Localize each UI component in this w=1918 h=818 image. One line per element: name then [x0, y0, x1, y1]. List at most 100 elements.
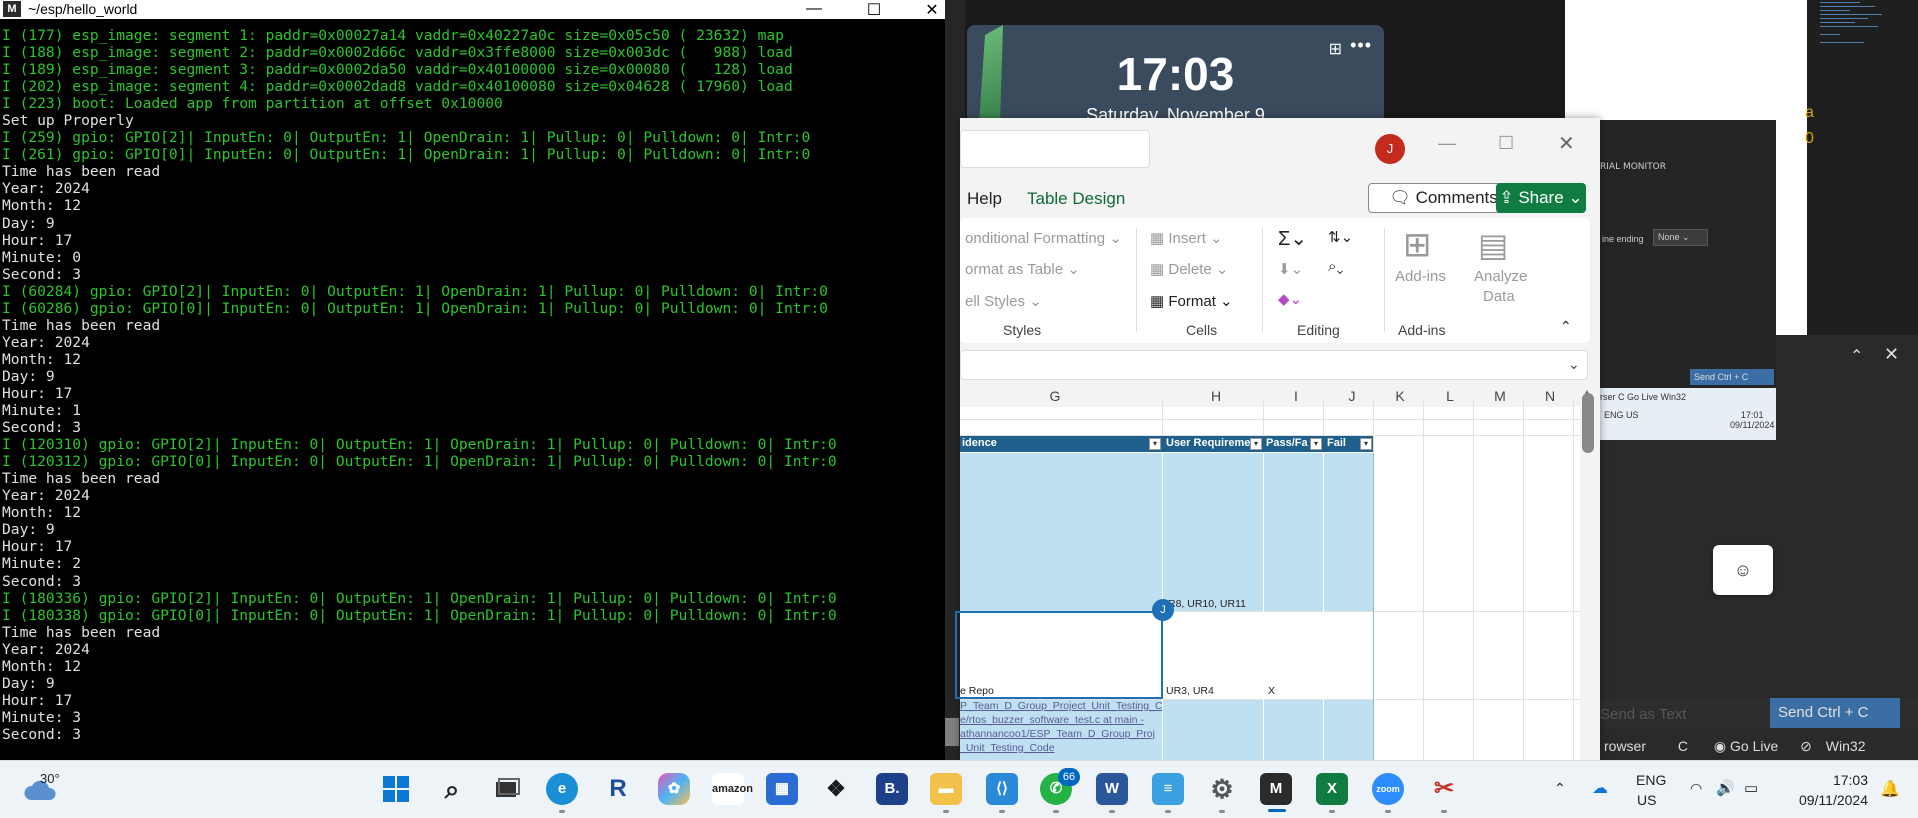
- notepad-icon[interactable]: ≡: [1152, 773, 1184, 805]
- zoom-icon[interactable]: zoom: [1372, 773, 1404, 805]
- add-widget-icon[interactable]: ⊞: [1329, 39, 1342, 59]
- snipping-icon[interactable]: ✂: [1428, 773, 1460, 805]
- format-as-table-button[interactable]: ormat as Table ⌄: [965, 260, 1080, 278]
- cell-link-line[interactable]: athannancoo1/ESP_Team_D_Group_Proj: [960, 728, 1155, 741]
- settings-icon[interactable]: ⚙: [1206, 773, 1238, 805]
- send-ctrl-c-button[interactable]: Send Ctrl + C: [1770, 698, 1900, 728]
- analyze-data-label-2[interactable]: Data: [1483, 288, 1515, 305]
- share-button[interactable]: ⇪ Share ⌄: [1496, 183, 1586, 213]
- clear-icon[interactable]: ◆⌄: [1278, 290, 1302, 308]
- column-header-g[interactable]: G: [1048, 388, 1062, 404]
- vscode-icon[interactable]: ⟨⟩: [986, 773, 1018, 805]
- formula-bar[interactable]: [960, 350, 1588, 380]
- amazon-icon[interactable]: amazon: [712, 773, 753, 805]
- language-line-2[interactable]: US: [1637, 792, 1656, 808]
- table-row[interactable]: [960, 453, 1373, 611]
- serial-monitor-title: RIAL MONITOR: [1600, 162, 1667, 172]
- cell-selection[interactable]: [955, 611, 1163, 699]
- mini-send-button[interactable]: Send Ctrl + C: [1690, 369, 1774, 385]
- add-ins-icon[interactable]: ⊞: [1403, 228, 1432, 262]
- more-icon[interactable]: •••: [1350, 35, 1372, 56]
- column-header-i[interactable]: I: [1289, 388, 1303, 404]
- insert-button[interactable]: ▦ Insert ⌄: [1150, 229, 1223, 247]
- cell-link-line[interactable]: _Unit_Testing_Code: [960, 742, 1055, 755]
- volume-icon[interactable]: 🔊: [1716, 779, 1735, 797]
- edge-icon[interactable]: e: [546, 773, 578, 805]
- status-go-live[interactable]: Go Live: [1730, 738, 1778, 754]
- column-header-k[interactable]: K: [1393, 388, 1407, 404]
- start-icon[interactable]: [380, 773, 412, 805]
- filter-dropdown-icon[interactable]: ▾: [1149, 438, 1161, 450]
- column-header-n[interactable]: N: [1543, 388, 1557, 404]
- column-header-l[interactable]: L: [1443, 388, 1457, 404]
- close-icon[interactable]: ✕: [1884, 344, 1899, 365]
- find-icon[interactable]: ⌕⌄: [1328, 258, 1343, 275]
- excel-icon[interactable]: X: [1316, 773, 1348, 805]
- floating-widget-button[interactable]: ☺: [1713, 545, 1773, 595]
- copilot-icon[interactable]: ✿: [658, 773, 690, 805]
- collapse-ribbon-icon[interactable]: ⌃: [1560, 318, 1572, 335]
- send-as-text-input[interactable]: Send as Text: [1600, 706, 1686, 723]
- terminal-output[interactable]: I (177) esp_image: segment 1: paddr=0x00…: [2, 27, 942, 743]
- conditional-formatting-button[interactable]: onditional Formatting ⌄: [965, 229, 1122, 247]
- add-ins-button[interactable]: Add-ins: [1395, 268, 1446, 285]
- line-ending-select[interactable]: None ⌄: [1653, 229, 1708, 246]
- excel-scrollbar[interactable]: [1582, 393, 1594, 453]
- search-box[interactable]: [960, 130, 1150, 168]
- delete-button[interactable]: ▦ Delete ⌄: [1150, 260, 1228, 278]
- clock-widget[interactable]: 17:03 Saturday, November 9 ⊞ •••: [967, 25, 1384, 125]
- fill-icon[interactable]: ⬇⌄: [1278, 260, 1303, 278]
- analyze-data-label-1[interactable]: Analyze: [1474, 268, 1527, 285]
- b-app-icon[interactable]: B.: [876, 773, 908, 805]
- wifi-icon[interactable]: ◠: [1690, 780, 1702, 797]
- minimize-icon[interactable]: —: [796, 0, 832, 18]
- dropbox-icon[interactable]: ❖: [820, 773, 852, 805]
- chevron-up-icon[interactable]: ⌃: [1850, 346, 1863, 366]
- cell-h-requirements[interactable]: R8, UR10, UR11: [1168, 598, 1246, 610]
- file-explorer-icon[interactable]: ▬: [930, 773, 962, 805]
- close-icon[interactable]: ✕: [1558, 131, 1575, 156]
- user-avatar[interactable]: J: [1375, 134, 1405, 164]
- weather-temperature[interactable]: 30°: [40, 771, 60, 786]
- filter-dropdown-icon[interactable]: ▾: [1310, 438, 1322, 450]
- language-line-1[interactable]: ENG: [1636, 772, 1666, 788]
- minimize-icon[interactable]: —: [1438, 133, 1456, 154]
- terminal-scrollbar[interactable]: [945, 718, 959, 746]
- autosum-icon[interactable]: Σ⌄: [1278, 226, 1307, 251]
- column-header-h[interactable]: H: [1209, 388, 1223, 404]
- maximize-icon[interactable]: ☐: [856, 0, 892, 20]
- maximize-icon[interactable]: ☐: [1498, 133, 1514, 154]
- analyze-data-icon[interactable]: ▤: [1478, 228, 1508, 262]
- expand-formula-icon[interactable]: ⌄: [1568, 356, 1580, 373]
- tab-table-design[interactable]: Table Design: [1027, 189, 1125, 209]
- tab-help[interactable]: Help: [967, 189, 1002, 209]
- taskbar-time[interactable]: 17:03: [1808, 772, 1868, 788]
- format-button[interactable]: ▦ Format ⌄: [1150, 292, 1233, 310]
- column-header-m[interactable]: M: [1493, 388, 1507, 404]
- notification-bell-icon[interactable]: 🔔: [1880, 779, 1900, 799]
- cell-link-line[interactable]: e/rtos_buzzer_software_test.c at main -: [960, 714, 1144, 727]
- column-header-j[interactable]: J: [1345, 388, 1359, 404]
- taskbar-date[interactable]: 09/11/2024: [1786, 792, 1868, 808]
- close-icon[interactable]: ✕: [914, 0, 950, 20]
- msys-icon[interactable]: M: [1260, 773, 1292, 805]
- filter-dropdown-icon[interactable]: ▾: [1360, 438, 1372, 450]
- word-icon[interactable]: W: [1096, 773, 1128, 805]
- r-app-icon[interactable]: R: [602, 773, 634, 805]
- show-hidden-icons-icon[interactable]: ⌃: [1554, 780, 1566, 797]
- battery-icon[interactable]: ▭: [1744, 779, 1758, 797]
- status-c[interactable]: C: [1678, 738, 1688, 754]
- terminal-titlebar[interactable]: M ~/esp/hello_world — ☐ ✕: [0, 0, 945, 19]
- status-browser[interactable]: rowser: [1604, 738, 1646, 754]
- cell-h-requirements[interactable]: UR3, UR4: [1166, 685, 1214, 697]
- cell-i-pass[interactable]: X: [1268, 685, 1275, 697]
- store-icon[interactable]: ▦: [766, 773, 798, 805]
- task-view-icon[interactable]: [490, 773, 522, 805]
- search-icon[interactable]: ⌕: [436, 773, 468, 805]
- cell-styles-button[interactable]: ell Styles ⌄: [965, 292, 1042, 310]
- filter-dropdown-icon[interactable]: ▾: [1250, 438, 1262, 450]
- sort-filter-icon[interactable]: ⇅⌄: [1328, 228, 1353, 246]
- status-platform[interactable]: Win32: [1826, 738, 1866, 754]
- cell-link-line[interactable]: P_Team_D_Group_Project_Unit_Testing_C: [960, 700, 1163, 713]
- onedrive-icon[interactable]: ☁: [1592, 778, 1608, 798]
